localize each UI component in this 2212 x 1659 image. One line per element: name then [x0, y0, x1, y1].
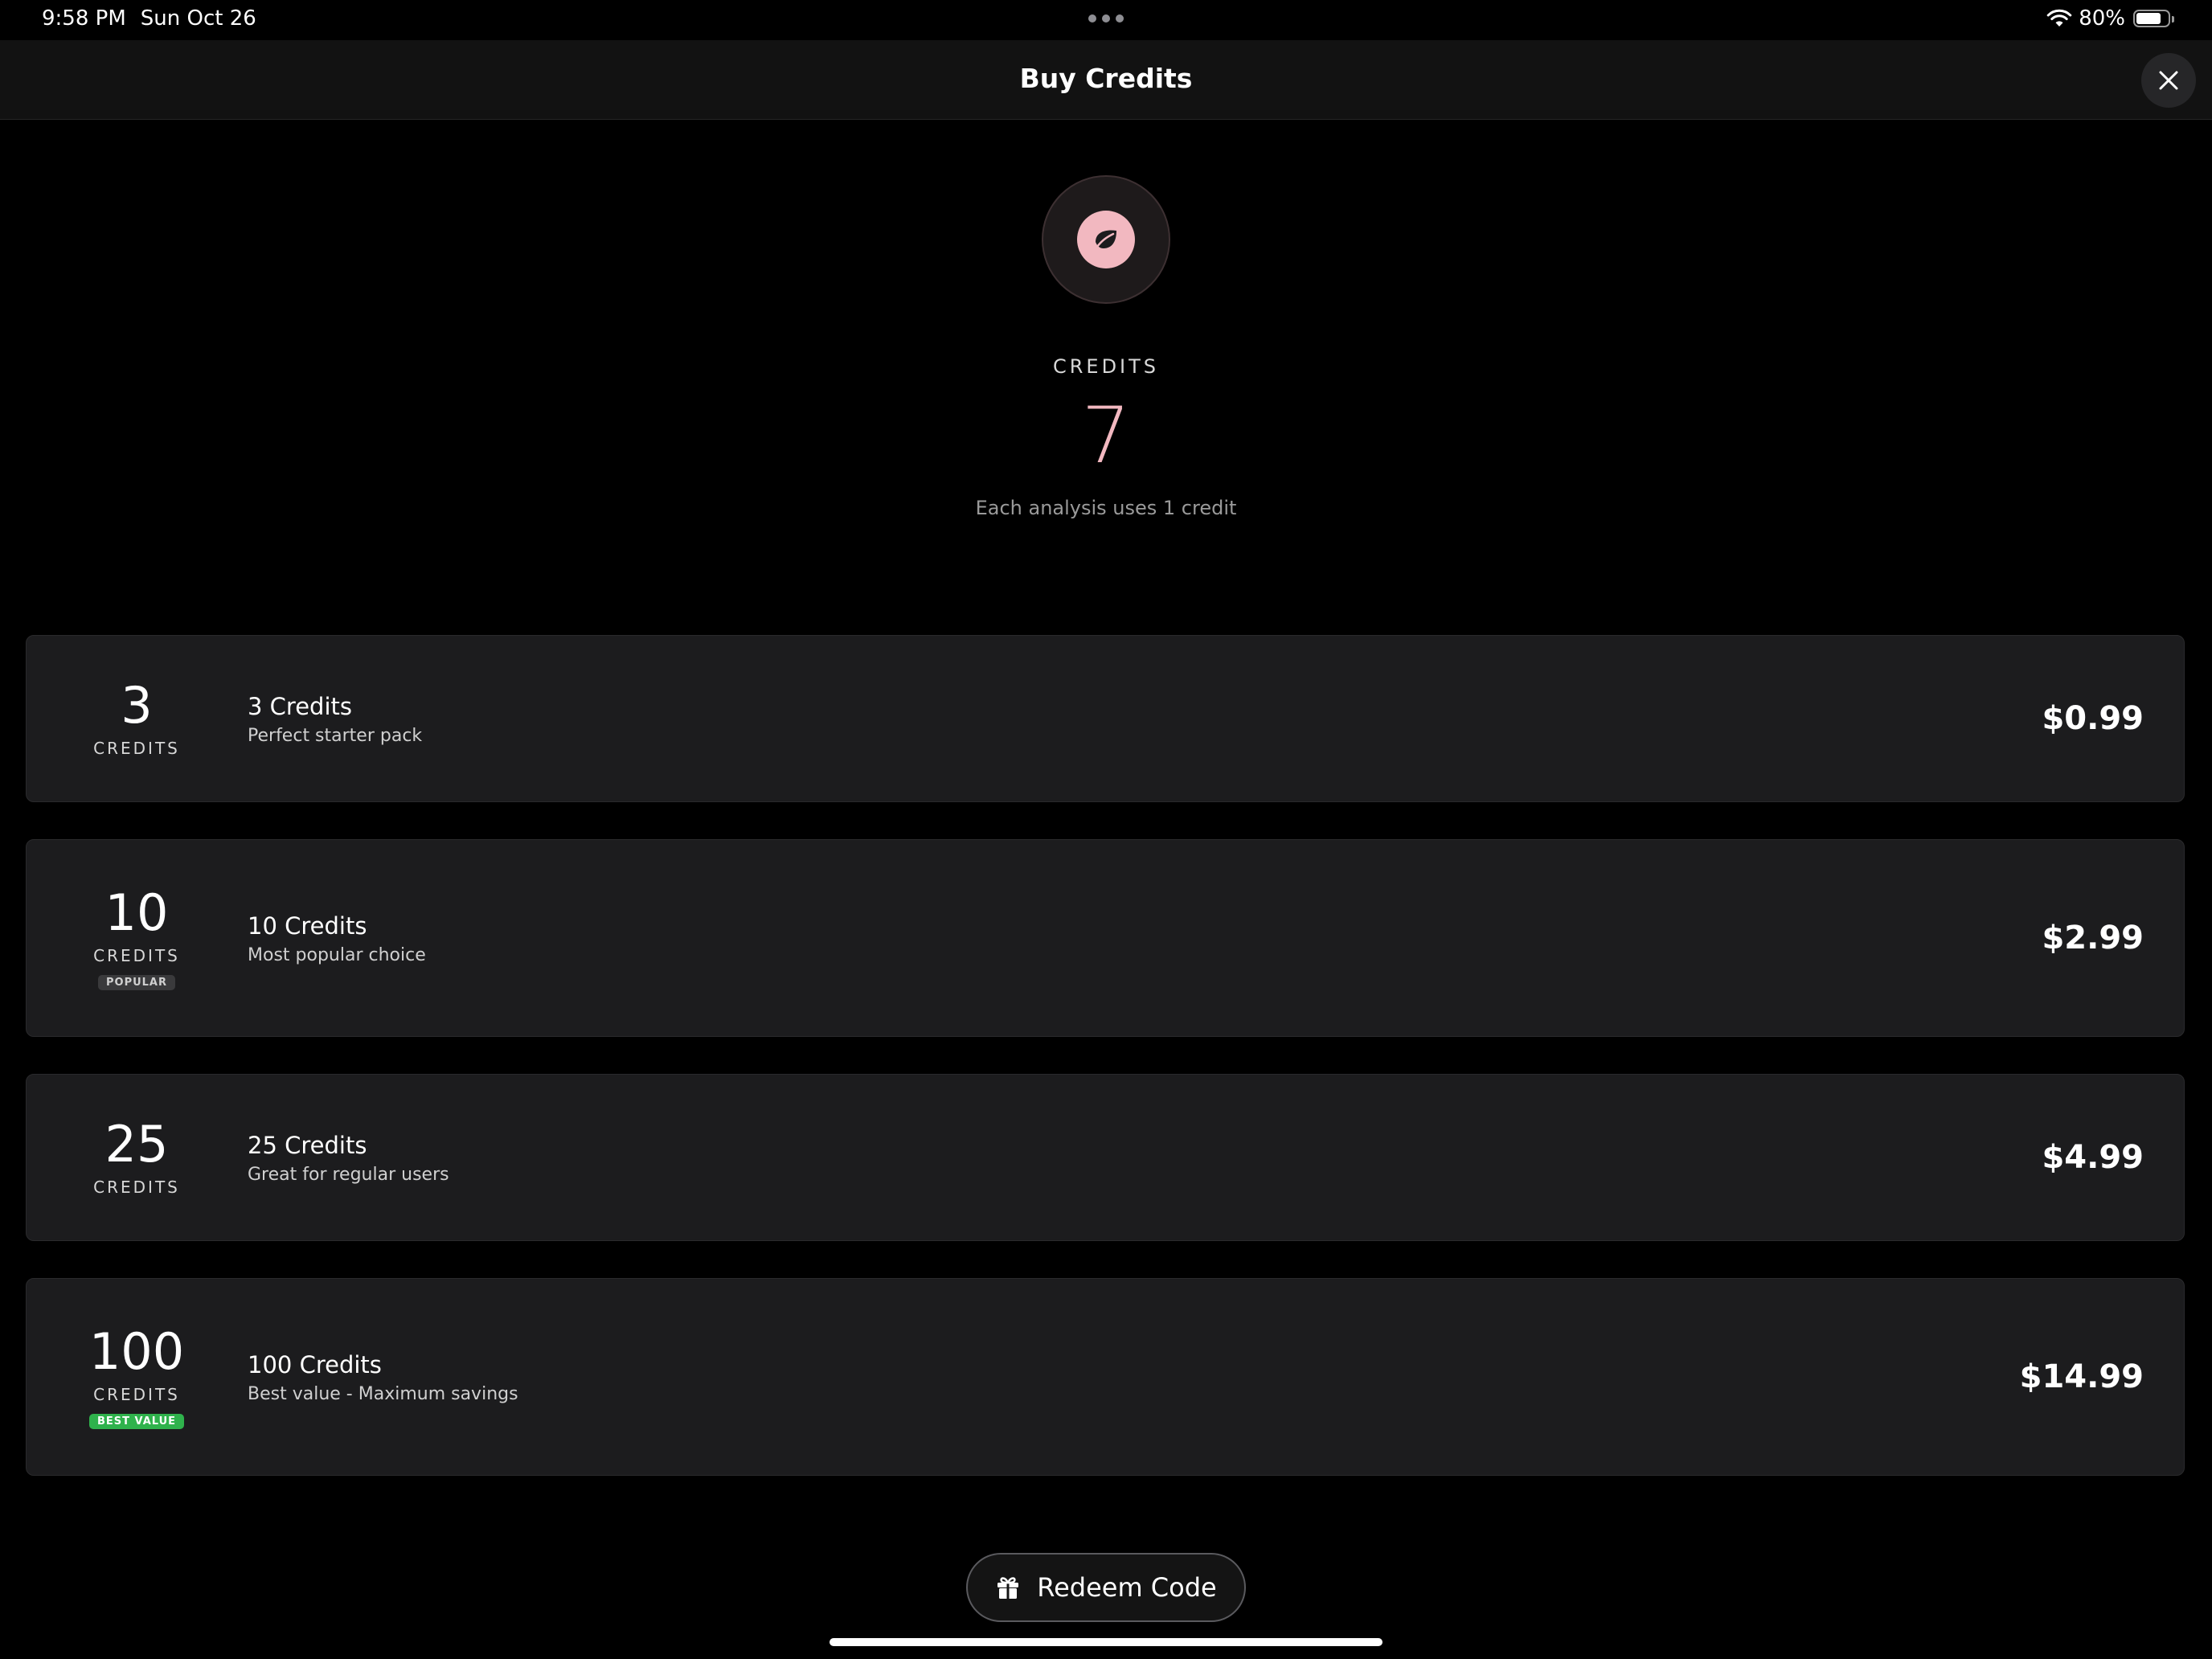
package-description: Most popular choice	[248, 944, 426, 965]
package-amount: 3	[121, 676, 153, 735]
multitask-dot	[1116, 14, 1124, 23]
home-indicator[interactable]	[830, 1638, 1382, 1646]
package-amount: 10	[104, 883, 169, 942]
credits-balance: 7	[1081, 391, 1131, 481]
package-amount-column: 10 CREDITS POPULAR	[27, 840, 247, 1036]
package-info: 100 Credits Best value - Maximum savings	[248, 1279, 518, 1475]
app-logo	[1042, 175, 1170, 304]
redeem-code-button[interactable]: Redeem Code	[966, 1553, 1246, 1622]
redeem-code-label: Redeem Code	[1037, 1572, 1217, 1603]
close-button[interactable]	[2141, 53, 2196, 108]
wifi-icon	[2046, 9, 2072, 27]
credits-label: CREDITS	[1052, 355, 1160, 378]
package-unit: CREDITS	[93, 945, 180, 965]
package-name: 25 Credits	[248, 1131, 367, 1159]
package-price: $0.99	[2042, 700, 2144, 737]
package-card-100[interactable]: 100 CREDITS BEST VALUE 100 Credits Best …	[26, 1278, 2185, 1476]
package-info: 10 Credits Most popular choice	[248, 840, 426, 1036]
multitask-dot	[1102, 14, 1110, 23]
package-price: $14.99	[2019, 1358, 2144, 1395]
gift-icon	[997, 1577, 1019, 1599]
status-time-text: 9:58 PM	[42, 6, 126, 31]
best-value-badge: BEST VALUE	[88, 1413, 185, 1429]
close-icon	[2159, 71, 2178, 90]
package-unit: CREDITS	[93, 1178, 180, 1197]
package-info: 25 Credits Great for regular users	[248, 1075, 449, 1240]
package-price: $2.99	[2042, 920, 2144, 956]
package-description: Perfect starter pack	[248, 725, 423, 746]
navigation-bar: Buy Credits	[0, 40, 2212, 120]
package-info: 3 Credits Perfect starter pack	[248, 636, 422, 801]
package-unit: CREDITS	[93, 1384, 180, 1404]
multitask-dot	[1088, 14, 1096, 23]
battery-percentage: 80%	[2079, 6, 2125, 31]
package-amount-column: 3 CREDITS	[27, 636, 247, 801]
package-description: Best value - Maximum savings	[248, 1383, 518, 1404]
page-title: Buy Credits	[1019, 63, 1193, 94]
multitasking-dots[interactable]	[1088, 14, 1124, 24]
credits-note: Each analysis uses 1 credit	[975, 497, 1237, 519]
package-card-10[interactable]: 10 CREDITS POPULAR 10 Credits Most popul…	[26, 839, 2185, 1037]
status-date: Sun Oct 26	[140, 6, 256, 31]
package-amount: 25	[104, 1115, 169, 1174]
battery-icon	[2133, 10, 2174, 27]
package-name: 3 Credits	[248, 692, 352, 720]
package-unit: CREDITS	[93, 739, 180, 758]
package-card-3[interactable]: 3 CREDITS 3 Credits Perfect starter pack…	[26, 635, 2185, 802]
package-name: 100 Credits	[248, 1350, 382, 1378]
package-name: 10 Credits	[248, 911, 367, 940]
status-time: 9:58 PM Sun Oct 26	[42, 6, 256, 31]
popular-badge: POPULAR	[97, 974, 176, 990]
app-logo-inner	[1077, 211, 1135, 268]
battery-fill	[2136, 13, 2161, 24]
package-description: Great for regular users	[248, 1164, 449, 1185]
package-price: $4.99	[2042, 1139, 2144, 1176]
package-card-25[interactable]: 25 CREDITS 25 Credits Great for regular …	[26, 1074, 2185, 1241]
package-amount: 100	[88, 1321, 185, 1381]
package-amount-column: 25 CREDITS	[27, 1075, 247, 1240]
leaf-icon	[1096, 230, 1116, 248]
status-indicators: 80%	[2046, 6, 2174, 31]
package-amount-column: 100 CREDITS BEST VALUE	[27, 1279, 247, 1475]
status-bar: 9:58 PM Sun Oct 26 80%	[0, 0, 2212, 40]
